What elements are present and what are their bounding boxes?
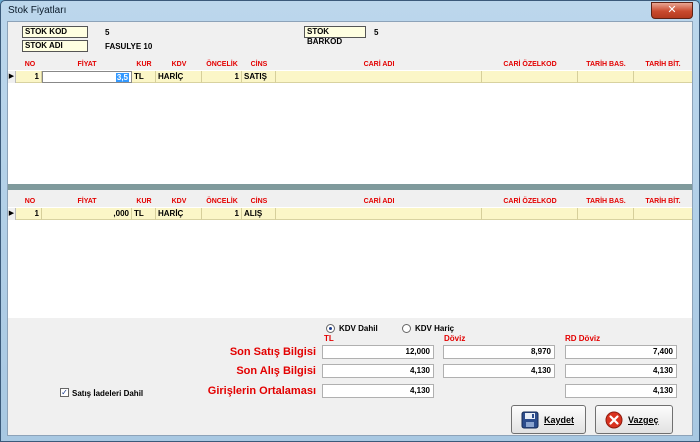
col-tarih-bas[interactable]: TARİH BAS. [578,196,634,207]
col-cari-ozelkod[interactable]: CARİ ÖZELKOD [482,59,578,70]
col-tarih-bit[interactable]: TARİH BİT. [634,196,692,207]
cell-cari-adi[interactable] [276,208,482,220]
son-satis-label: Son Satış Bilgisi [229,346,316,358]
col-cari-ozelkod[interactable]: CARİ ÖZELKOD [482,196,578,207]
col-kdv[interactable]: KDV [156,59,202,70]
kaydet-button[interactable]: Kaydet [511,405,586,434]
col-fiyat[interactable]: FİYAT [42,59,132,70]
col-kur[interactable]: KUR [132,196,156,207]
col-fiyat[interactable]: FİYAT [42,196,132,207]
cell-oncelik[interactable]: 1 [202,71,242,83]
kdv-haric-label[interactable]: KDV Hariç [415,324,454,333]
kdv-dahil-radio[interactable] [326,324,335,333]
col-oncelik[interactable]: ÖNCELİK [202,59,242,70]
window-title: Stok Fiyatları [8,5,67,16]
cell-tarih-bas[interactable] [578,208,634,220]
son-satis-doviz-field[interactable]: 8,970 [443,345,555,359]
kdv-haric-radio[interactable] [402,324,411,333]
kdv-dahil-label[interactable]: KDV Dahil [339,324,378,333]
table-row[interactable]: ▶ 1 ,000 TL HARİÇ 1 ALIŞ [8,208,692,220]
cell-cari-adi[interactable] [276,71,482,83]
cell-no: 1 [18,71,42,83]
grid-header: NO FİYAT KUR KDV ÖNCELİK CİNS CARİ ADI C… [8,196,692,207]
col-head-rd-doviz: RD Döviz [565,334,601,343]
table-row[interactable]: ▶ 1 3,5 TL HARİÇ 1 SATIŞ [8,71,692,83]
col-oncelik[interactable]: ÖNCELİK [202,196,242,207]
client-area: STOK KOD 5 STOK ADI FASULYE 10 STOK BARK… [7,21,693,436]
col-cari-adi[interactable]: CARİ ADI [276,59,482,70]
grid-splitter[interactable] [8,184,692,190]
satis-iadeleri-checkbox[interactable]: ✓ [60,388,69,397]
cell-kur[interactable]: TL [132,71,156,83]
row-indicator-icon: ▶ [8,71,16,83]
girisler-ortalamasi-label: Girişlerin Ortalaması [207,385,316,397]
stok-kod-value: 5 [105,28,110,37]
vazgec-button[interactable]: Vazgeç [595,405,673,434]
cell-kur[interactable]: TL [132,208,156,220]
main-window: Stok Fiyatları ✕ STOK KOD 5 STOK ADI FAS… [0,0,700,442]
col-no[interactable]: NO [18,196,42,207]
son-alis-label: Son Alış Bilgisi [236,365,316,377]
vazgec-label: Vazgeç [628,415,659,425]
col-tarih-bas[interactable]: TARİH BAS. [578,59,634,70]
cell-kdv[interactable]: HARİÇ [156,208,202,220]
son-satis-rd-doviz-field[interactable]: 7,400 [565,345,677,359]
save-icon [521,411,539,429]
col-head-doviz: Döviz [444,334,466,343]
cell-tarih-bas[interactable] [578,71,634,83]
son-alis-rd-doviz-field[interactable]: 4,130 [565,364,677,378]
stok-adi-label: STOK ADI [22,40,88,52]
kaydet-label: Kaydet [544,415,575,425]
son-alis-doviz-field[interactable]: 4,130 [443,364,555,378]
row-indicator-icon: ▶ [8,208,16,220]
title-bar[interactable]: Stok Fiyatları ✕ [1,1,699,23]
girisler-rd-doviz-field[interactable]: 4,130 [565,384,677,398]
stok-kod-label: STOK KOD [22,26,88,38]
cell-no: 1 [18,208,42,220]
cell-fiyat-value: 3,5 [115,73,129,82]
stok-barkod-value: 5 [374,28,379,37]
cell-cins[interactable]: ALIŞ [242,208,276,220]
cell-cari-ozelkod[interactable] [482,208,578,220]
col-tarih-bit[interactable]: TARİH BİT. [634,59,692,70]
alis-price-grid[interactable]: NO FİYAT KUR KDV ÖNCELİK CİNS CARİ ADI C… [8,196,692,318]
col-no[interactable]: NO [18,59,42,70]
cell-fiyat[interactable]: ,000 [42,208,132,220]
satis-price-grid[interactable]: NO FİYAT KUR KDV ÖNCELİK CİNS CARİ ADI C… [8,59,692,184]
stok-adi-value: FASULYE 10 [105,42,153,51]
satis-iadeleri-label[interactable]: Satış İadeleri Dahil [72,389,143,398]
col-cari-adi[interactable]: CARİ ADI [276,196,482,207]
son-alis-tl-field[interactable]: 4,130 [322,364,434,378]
son-satis-tl-field[interactable]: 12,000 [322,345,434,359]
cell-kdv[interactable]: HARİÇ [156,71,202,83]
col-cins[interactable]: CİNS [242,196,276,207]
girisler-tl-field[interactable]: 4,130 [322,384,434,398]
cell-tarih-bit[interactable] [634,208,692,220]
cancel-icon [605,411,623,429]
col-kdv[interactable]: KDV [156,196,202,207]
close-button[interactable]: ✕ [651,2,693,19]
cell-oncelik[interactable]: 1 [202,208,242,220]
col-kur[interactable]: KUR [132,59,156,70]
cell-fiyat-input[interactable]: 3,5 [42,71,132,83]
stok-barkod-label: STOK BARKOD [304,26,366,46]
col-head-tl: TL [324,334,334,343]
cell-cins[interactable]: SATIŞ [242,71,276,83]
cell-tarih-bit[interactable] [634,71,692,83]
cell-cari-ozelkod[interactable] [482,71,578,83]
grid-header: NO FİYAT KUR KDV ÖNCELİK CİNS CARİ ADI C… [8,59,692,70]
col-cins[interactable]: CİNS [242,59,276,70]
